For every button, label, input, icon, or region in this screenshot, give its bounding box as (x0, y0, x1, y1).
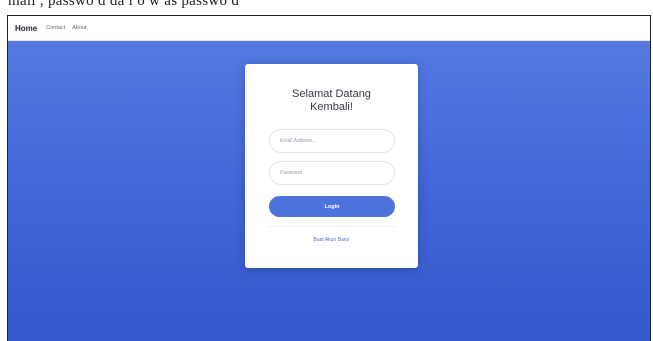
title-line-1: Selamat Datang (292, 88, 371, 100)
email-field[interactable] (269, 129, 395, 153)
caption-text: mail , passwo d da l o w as passwo d (8, 0, 240, 9)
nav-about-link[interactable]: About (72, 25, 86, 31)
nav-home-link[interactable]: Home (15, 24, 37, 33)
nav-contact-link[interactable]: Contact (46, 25, 65, 31)
create-account-link[interactable]: Buat Akun Baru! (245, 237, 418, 243)
password-field[interactable] (269, 161, 395, 185)
browser-viewport: Home Contact About Selamat Datang Kembal… (7, 15, 651, 341)
login-card: Selamat Datang Kembali! Login Buat Akun … (245, 64, 418, 268)
document-caption-strip: mail , passwo d da l o w as passwo d (0, 0, 653, 15)
top-navbar: Home Contact About (8, 16, 650, 41)
title-line-2: Kembali! (310, 101, 353, 113)
card-divider (269, 226, 395, 227)
login-card-title: Selamat Datang Kembali! (245, 88, 418, 114)
hero-background: Selamat Datang Kembali! Login Buat Akun … (8, 41, 650, 341)
login-button[interactable]: Login (269, 196, 395, 217)
